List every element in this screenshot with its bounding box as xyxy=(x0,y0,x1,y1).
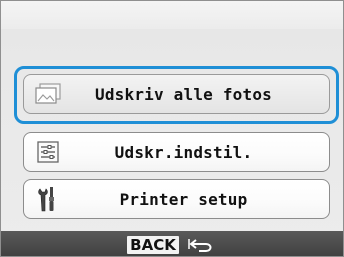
menu-item-print-settings[interactable]: Udskr.indstil. xyxy=(23,132,330,172)
menu-item-label: Printer setup xyxy=(119,189,248,209)
print-settings-icon xyxy=(32,138,64,166)
return-arrow-icon[interactable] xyxy=(187,235,217,255)
menu-item-label: Udskriv alle fotos xyxy=(95,84,272,104)
printer-menu-screen: Udskriv alle fotos Udskr.indstil. Printe… xyxy=(0,0,344,257)
tools-icon xyxy=(32,185,64,213)
top-bar xyxy=(1,1,343,29)
menu-item-printer-setup[interactable]: Printer setup xyxy=(23,179,330,219)
footer-bar: BACK xyxy=(1,231,343,256)
back-button-label[interactable]: BACK xyxy=(127,235,179,254)
photos-icon xyxy=(32,80,64,108)
menu-item-print-all-photos[interactable]: Udskriv alle fotos xyxy=(23,74,330,114)
menu-item-label: Udskr.indstil. xyxy=(114,142,253,162)
